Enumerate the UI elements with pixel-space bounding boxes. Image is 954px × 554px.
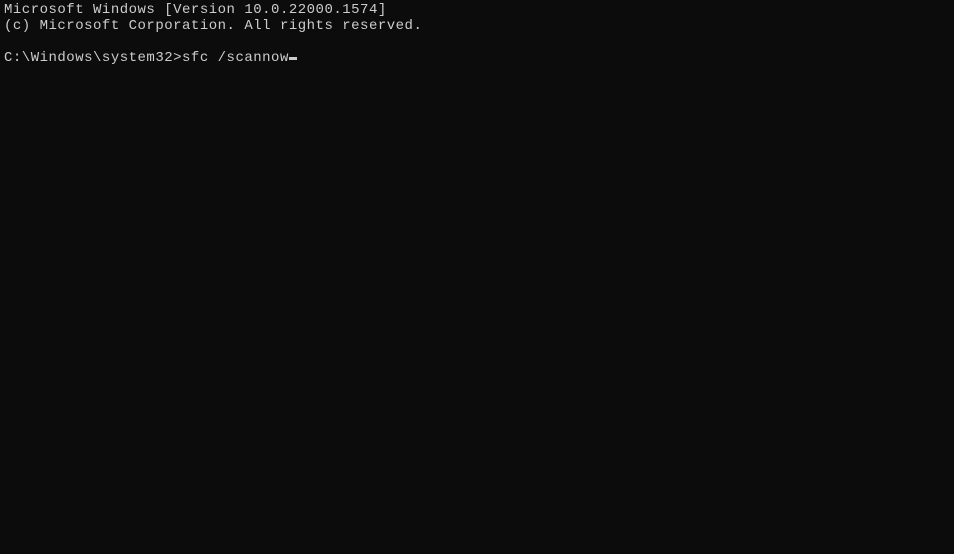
blank-line xyxy=(4,34,950,50)
command-prompt-line[interactable]: C:\Windows\system32>sfc /scannow xyxy=(4,50,950,66)
version-line: Microsoft Windows [Version 10.0.22000.15… xyxy=(4,2,950,18)
copyright-line: (c) Microsoft Corporation. All rights re… xyxy=(4,18,950,34)
prompt-path: C:\Windows\system32> xyxy=(4,50,182,66)
command-input[interactable]: sfc /scannow xyxy=(182,50,289,66)
cursor xyxy=(289,57,297,60)
